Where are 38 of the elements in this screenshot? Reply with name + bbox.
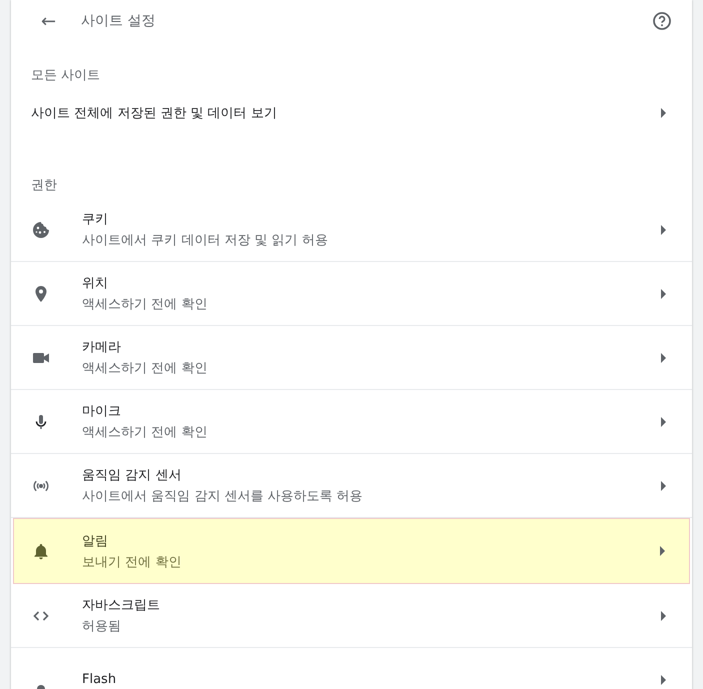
- permission-row[interactable]: 알림 보내기 전에 확인: [13, 518, 690, 584]
- permission-status: 보내기 전에 확인: [82, 554, 182, 570]
- permission-row[interactable]: Flash: [11, 648, 692, 689]
- permission-status: 허용됨: [82, 618, 122, 635]
- chevron-right-icon: [659, 546, 665, 556]
- permission-title: 자바스크립트: [82, 597, 161, 614]
- permission-title: 위치: [82, 275, 109, 292]
- chevron-right-icon: [660, 416, 666, 426]
- all-sites-link[interactable]: 사이트 전체에 저장된 권한 및 데이터 보기: [11, 88, 692, 138]
- permission-title: Flash: [82, 672, 118, 687]
- permission-row[interactable]: 카메라 액세스하기 전에 확인: [11, 326, 692, 390]
- help-icon[interactable]: [652, 11, 672, 31]
- permission-status: 사이트에서 움직임 감지 센서를 사용하도록 허용: [82, 488, 364, 505]
- permission-title: 카메라: [82, 339, 122, 356]
- cookie-icon: [31, 220, 51, 240]
- permission-row[interactable]: 마이크 액세스하기 전에 확인: [11, 390, 692, 454]
- permission-row[interactable]: 쿠키 사이트에서 쿠키 데이터 저장 및 읽기 허용: [11, 198, 692, 262]
- chevron-right-icon: [660, 288, 666, 298]
- chevron-right-icon: [660, 352, 666, 362]
- permission-row[interactable]: 자바스크립트 허용됨: [11, 584, 692, 648]
- permission-status: 액세스하기 전에 확인: [82, 360, 208, 377]
- permission-title: 움직임 감지 센서: [82, 467, 182, 484]
- section-heading: 모든 사이트: [30, 67, 102, 85]
- chevron-right-icon: [660, 108, 666, 118]
- permission-row[interactable]: 위치 액세스하기 전에 확인: [11, 262, 692, 326]
- chevron-right-icon: [660, 610, 666, 620]
- permission-title: 마이크: [82, 403, 122, 420]
- permission-title: 쿠키: [82, 211, 109, 228]
- chevron-right-icon: [660, 224, 666, 234]
- permission-title: 알림: [82, 532, 109, 550]
- permission-status: 사이트에서 쿠키 데이터 저장 및 읽기 허용: [82, 232, 329, 249]
- back-button[interactable]: ←: [41, 10, 81, 32]
- section-heading: 권한: [30, 177, 58, 195]
- page-title: 사이트 설정: [81, 12, 156, 30]
- chevron-right-icon: [660, 674, 666, 684]
- chevron-right-icon: [660, 480, 666, 490]
- permission-status: 액세스하기 전에 확인: [82, 424, 208, 441]
- permission-status: 액세스하기 전에 확인: [82, 296, 208, 313]
